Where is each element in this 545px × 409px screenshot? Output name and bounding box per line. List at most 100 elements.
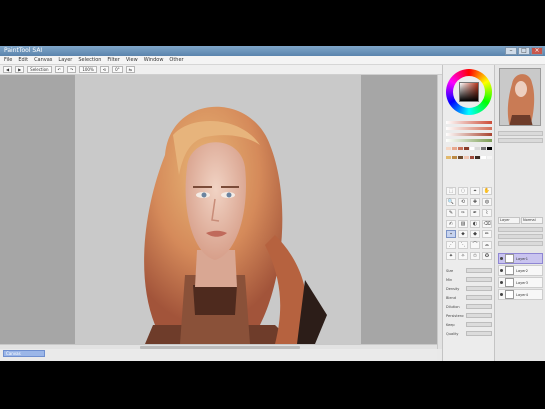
- menu-view[interactable]: View: [126, 57, 138, 63]
- angle-field[interactable]: 0°: [112, 66, 123, 73]
- brush-property-row[interactable]: Size: [446, 267, 492, 274]
- color-swatch[interactable]: [457, 147, 463, 150]
- eye-icon[interactable]: [500, 293, 503, 296]
- color-swatch[interactable]: [451, 147, 457, 150]
- color-swatch[interactable]: [487, 155, 492, 159]
- tool-button[interactable]: ⌫: [482, 219, 492, 228]
- eye-icon[interactable]: [500, 269, 503, 272]
- menu-canvas[interactable]: Canvas: [34, 57, 52, 63]
- color-swatch[interactable]: [481, 155, 487, 159]
- color-swatch[interactable]: [475, 155, 481, 159]
- tool-button[interactable]: ✍: [446, 219, 456, 228]
- menu-selection[interactable]: Selection: [78, 57, 101, 63]
- color-swatch[interactable]: [463, 155, 469, 159]
- brush-property-slider[interactable]: [466, 268, 492, 273]
- brush-property-slider[interactable]: [466, 313, 492, 318]
- menu-layer[interactable]: Layer: [58, 57, 72, 63]
- color-swatch[interactable]: [457, 155, 463, 159]
- tool-button[interactable]: ◆: [470, 230, 480, 239]
- navigator-angle-row[interactable]: [498, 138, 543, 143]
- menu-window[interactable]: Window: [144, 57, 164, 63]
- brush-property-row[interactable]: Dilution: [446, 303, 492, 310]
- menu-file[interactable]: File: [4, 57, 12, 63]
- menu-edit[interactable]: Edit: [18, 57, 28, 63]
- brush-property-slider[interactable]: [466, 322, 492, 327]
- prev-button[interactable]: ◀: [3, 66, 13, 73]
- brush-property-row[interactable]: Quality: [446, 330, 492, 337]
- color-swatch[interactable]: [481, 147, 487, 150]
- tool-button[interactable]: ✒: [470, 208, 480, 217]
- brush-property-row[interactable]: Keep: [446, 321, 492, 328]
- brush-property-row[interactable]: Density: [446, 285, 492, 292]
- navigator-thumbnail[interactable]: [499, 68, 541, 126]
- tool-button[interactable]: ✪: [482, 252, 492, 261]
- tool-button[interactable]: ◌: [458, 187, 468, 195]
- layer-row[interactable]: Layer3: [498, 277, 543, 288]
- maximize-button[interactable]: □: [518, 47, 530, 55]
- next-button[interactable]: ▶: [15, 66, 25, 73]
- tool-button[interactable]: ⬚: [446, 187, 456, 195]
- tool-button[interactable]: ✚: [470, 197, 480, 206]
- color-swatch[interactable]: [446, 147, 451, 150]
- brush-property-slider[interactable]: [466, 331, 492, 336]
- tool-button[interactable]: ⌓: [482, 241, 492, 250]
- selection-button[interactable]: Selection: [27, 66, 52, 73]
- blend-mode-select[interactable]: Normal: [521, 217, 543, 224]
- layer-row[interactable]: Layer1: [498, 253, 543, 264]
- color-swatch[interactable]: [446, 155, 451, 159]
- eye-icon[interactable]: [500, 257, 503, 260]
- saturation-value-square[interactable]: [459, 82, 479, 102]
- tool-button[interactable]: ✏: [482, 230, 492, 239]
- brush-property-slider[interactable]: [466, 277, 492, 282]
- tool-button[interactable]: ✦: [446, 252, 456, 261]
- color-swatch[interactable]: [451, 155, 457, 159]
- tool-button[interactable]: ✑: [458, 208, 468, 217]
- clip-row[interactable]: [498, 241, 543, 246]
- color-slider-2[interactable]: [446, 127, 492, 130]
- tool-button[interactable]: ⋰: [446, 241, 456, 250]
- navigator-zoom-row[interactable]: [498, 131, 543, 136]
- tool-button[interactable]: ◐: [470, 219, 480, 228]
- tool-button[interactable]: ✋: [482, 187, 492, 195]
- brush-property-row[interactable]: Min: [446, 276, 492, 283]
- color-wheel[interactable]: [446, 69, 492, 115]
- eye-icon[interactable]: [500, 281, 503, 284]
- protect-row[interactable]: [498, 234, 543, 239]
- tool-button[interactable]: ⌒: [470, 241, 480, 250]
- color-swatch[interactable]: [487, 147, 492, 150]
- opacity-row[interactable]: [498, 227, 543, 232]
- zoom-field[interactable]: 100%: [79, 66, 97, 73]
- brush-property-row[interactable]: Blend: [446, 294, 492, 301]
- color-swatch[interactable]: [463, 147, 469, 150]
- brush-property-row[interactable]: Persistence: [446, 312, 492, 319]
- color-swatch[interactable]: [469, 155, 475, 159]
- tool-button[interactable]: ✧: [458, 252, 468, 261]
- tool-button[interactable]: ⋱: [458, 241, 468, 250]
- layer-row[interactable]: Layer2: [498, 265, 543, 276]
- color-slider-1[interactable]: [446, 121, 492, 124]
- tool-button[interactable]: ✩: [470, 252, 480, 261]
- canvas[interactable]: [75, 75, 361, 344]
- tool-button[interactable]: ⬥: [458, 230, 468, 239]
- color-slider-3[interactable]: [446, 133, 492, 136]
- canvas-tab[interactable]: Canvas: [3, 350, 45, 357]
- menu-filter[interactable]: Filter: [107, 57, 119, 63]
- tool-button[interactable]: ◍: [482, 197, 492, 206]
- menu-other[interactable]: Other: [169, 57, 183, 63]
- tool-button[interactable]: ⌇: [482, 208, 492, 217]
- brush-property-slider[interactable]: [466, 295, 492, 300]
- color-slider-4[interactable]: [446, 139, 492, 142]
- layer-tab-layer[interactable]: Layer: [498, 217, 520, 224]
- brush-property-slider[interactable]: [466, 304, 492, 309]
- flip-button[interactable]: ⇆: [125, 66, 136, 73]
- color-swatch[interactable]: [469, 147, 475, 150]
- tool-button[interactable]: ⬩: [446, 230, 456, 239]
- canvas-viewport[interactable]: [0, 75, 437, 344]
- color-swatch[interactable]: [475, 147, 481, 150]
- minimize-button[interactable]: –: [505, 47, 517, 55]
- layer-row[interactable]: Layer4: [498, 289, 543, 300]
- brush-property-slider[interactable]: [466, 286, 492, 291]
- rotate-button[interactable]: ⟲: [99, 66, 110, 73]
- close-button[interactable]: ×: [531, 47, 543, 55]
- tool-button[interactable]: ⌖: [470, 187, 480, 195]
